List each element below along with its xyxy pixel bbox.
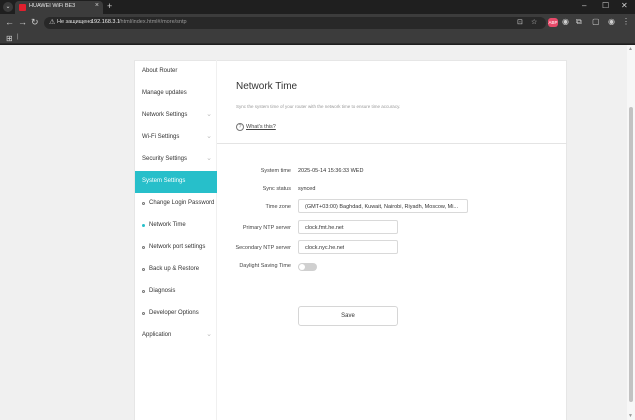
menu-icon[interactable]: ⋮ [622, 17, 630, 26]
apps-grid-icon[interactable]: ⊞ [6, 34, 13, 43]
address-bar[interactable]: ⚠ Не защищено 192.168.3.1 /html/index.ht… [44, 17, 546, 29]
scrollbar-thumb[interactable] [629, 107, 633, 402]
extensions-icon[interactable]: ⧉ [576, 17, 582, 27]
sidebar-item-system-settings[interactable]: System Settings [135, 171, 217, 193]
split-view-icon[interactable]: ▢ [592, 17, 600, 26]
profile-icon[interactable]: ◉ [562, 17, 569, 26]
secondary-ntp-input[interactable]: clock.nyc.he.net [298, 240, 398, 254]
sidebar-subitem-backup-restore[interactable]: Back up & Restore [135, 259, 217, 281]
scroll-down-icon[interactable]: ▼ [628, 413, 633, 419]
minimize-icon[interactable]: – [582, 1, 586, 10]
sidebar-subitem-change-login-password[interactable]: Change Login Password [135, 193, 217, 215]
bullet-icon [142, 290, 145, 293]
divider [217, 143, 567, 144]
sidebar-item-label: Application [142, 332, 172, 338]
huawei-favicon-icon [19, 4, 26, 11]
window-close-icon[interactable]: ✕ [621, 1, 628, 10]
sidebar-item-label: Diagnosis [149, 288, 176, 294]
warning-icon[interactable]: ⚠ [49, 18, 55, 26]
secondary-ntp-label: Secondary NTP server [235, 245, 291, 251]
bullet-icon [142, 312, 145, 315]
bookmark-star-icon[interactable]: ☆ [531, 18, 537, 26]
sidebar-item-manage-updates[interactable]: Manage updates [135, 83, 217, 105]
save-button-label: Save [341, 313, 355, 319]
toggle-knob [299, 264, 305, 270]
sync-status-label: Sync status [262, 186, 291, 192]
tab-close-icon[interactable]: × [95, 2, 99, 9]
bookmarks-bar: ⊞ | [0, 32, 635, 44]
sidebar-item-security-settings[interactable]: Security Settings ⌄ [135, 149, 217, 171]
page-scrollbar[interactable]: ▲ ▼ [627, 45, 635, 420]
primary-ntp-input[interactable]: clock.fmt.he.net [298, 220, 398, 234]
sidebar-item-network-settings[interactable]: Network Settings ⌄ [135, 105, 217, 127]
sidebar-item-about-router[interactable]: About Router [135, 61, 217, 83]
primary-ntp-label: Primary NTP server [242, 225, 291, 231]
security-indicator[interactable]: Не защищено [57, 19, 92, 25]
scroll-up-icon[interactable]: ▲ [628, 46, 633, 52]
sync-status-value: synced [298, 186, 316, 192]
sidebar-item-label: Network Settings [142, 112, 188, 118]
reload-icon[interactable]: ↻ [31, 17, 39, 28]
secondary-ntp-value: clock.nyc.he.net [305, 245, 345, 251]
chevron-down-icon: ⌄ [206, 155, 212, 162]
router-page: About Router Manage updates Network Sett… [0, 45, 627, 420]
browser-tab[interactable]: HUAWEI WiFi BE3 × [15, 1, 103, 14]
time-zone-select[interactable]: (GMT+03:00) Baghdad, Kuwait, Nairobi, Ri… [298, 199, 468, 213]
dst-label: Daylight Saving Time [239, 263, 291, 269]
sidebar-item-label: Manage updates [142, 90, 187, 96]
sidebar-subitem-network-port-settings[interactable]: Network port settings [135, 237, 217, 259]
system-time-label: System time [260, 168, 291, 174]
adblock-extension-icon[interactable]: ABP [548, 18, 558, 27]
network-time-panel: Network Time Sync the system time of you… [217, 60, 567, 420]
sidebar-item-label: System Settings [142, 178, 186, 184]
page-description: Sync the system time of your router with… [236, 104, 401, 109]
browser-toolbar: ← → ↻ ⚠ Не защищено 192.168.3.1 /html/in… [0, 14, 635, 32]
forward-icon[interactable]: → [18, 17, 27, 27]
time-zone-label: Time zone [265, 204, 291, 210]
system-time-value: 2025-05-14 15:36:33 WED [298, 168, 364, 174]
sidebar-item-label: Back up & Restore [149, 266, 200, 272]
bullet-icon [142, 224, 145, 227]
sidebar-item-label: Network port settings [149, 244, 206, 250]
bullet-icon [142, 268, 145, 271]
bullet-icon [142, 246, 145, 249]
sidebar-item-wifi-settings[interactable]: Wi-Fi Settings ⌄ [135, 127, 217, 149]
settings-sidebar: About Router Manage updates Network Sett… [134, 60, 217, 420]
sidebar-item-application[interactable]: Application ⌄ [135, 325, 217, 347]
back-icon[interactable]: ← [5, 17, 14, 27]
sidebar-subitem-diagnosis[interactable]: Diagnosis [135, 281, 217, 303]
chevron-down-icon: ⌄ [206, 133, 212, 140]
sidebar-item-label: Change Login Password [149, 200, 215, 206]
help-icon: ? [236, 123, 244, 131]
tab-strip: ⌄ HUAWEI WiFi BE3 × + – ☐ ✕ [0, 0, 635, 14]
new-tab-button[interactable]: + [107, 1, 112, 11]
whats-this-link[interactable]: What's this? [246, 124, 276, 130]
bullet-icon [142, 202, 145, 205]
translate-icon[interactable]: ⊡ [517, 18, 523, 26]
sidebar-item-label: Security Settings [142, 156, 188, 162]
profile-avatar-icon[interactable]: ◉ [608, 17, 615, 26]
sidebar-item-label: Network Time [149, 222, 186, 228]
sidebar-item-label: About Router [142, 68, 178, 74]
save-button[interactable]: Save [298, 306, 398, 326]
sidebar-subitem-developer-options[interactable]: Developer Options [135, 303, 217, 325]
sidebar-item-label: Wi-Fi Settings [142, 134, 180, 140]
primary-ntp-value: clock.fmt.he.net [305, 225, 344, 231]
dst-toggle[interactable] [298, 263, 317, 271]
sidebar-subitem-network-time[interactable]: Network Time [135, 215, 217, 237]
maximize-icon[interactable]: ☐ [602, 1, 609, 10]
url-path: /html/index.html#/more/sntp [119, 19, 187, 25]
tab-search-button[interactable]: ⌄ [3, 2, 13, 12]
sidebar-item-label: Developer Options [149, 310, 199, 316]
chevron-down-icon: ⌄ [206, 331, 212, 338]
chevron-down-icon: ⌄ [206, 111, 212, 118]
page-title: Network Time [236, 81, 298, 92]
bookmarks-separator: | [17, 34, 19, 40]
tab-title: HUAWEI WiFi BE3 [29, 3, 76, 9]
url-host: 192.168.3.1 [91, 19, 121, 25]
time-zone-value: (GMT+03:00) Baghdad, Kuwait, Nairobi, Ri… [305, 204, 458, 210]
